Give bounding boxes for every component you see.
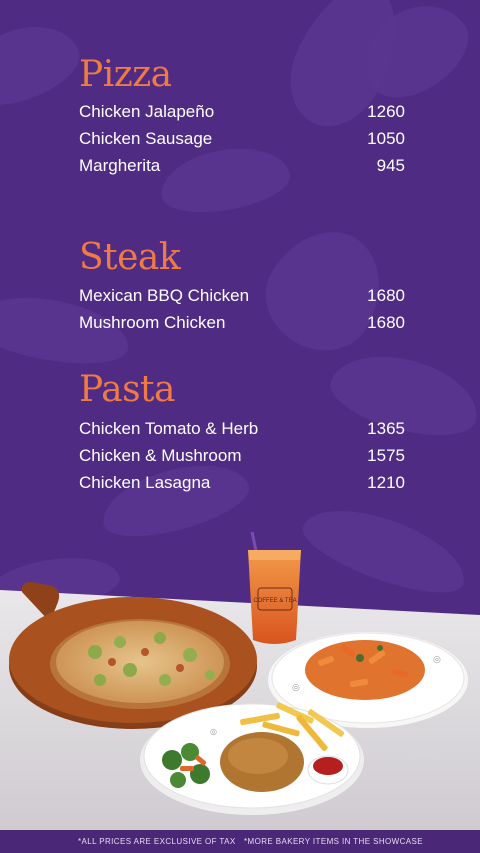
item-name: Mexican BBQ Chicken [79,286,250,305]
item-name: Chicken Lasagna [79,473,211,492]
menu-item: Chicken & Mushroom 1575 [79,444,405,468]
item-name: Chicken Jalapeño [79,102,215,121]
item-price: 1260 [367,102,405,121]
item-name: Chicken Sausage [79,129,213,148]
pizza [50,619,230,709]
item-name: Margherita [79,156,161,175]
menu-item: Mexican BBQ Chicken 1680 [79,284,405,308]
menu-item: Chicken Jalapeño 1260 [79,100,405,124]
menu-board: Pizza Chicken Jalapeño 1260 Chicken Saus… [0,0,480,853]
menu-item: Chicken Lasagna 1210 [79,471,405,495]
menu-item: Chicken Sausage 1050 [79,127,405,151]
cup-brand-label: COFFEE & TEA [253,598,296,604]
leaf-pattern [0,11,89,119]
svg-text:◎: ◎ [210,727,217,736]
item-price: 945 [376,156,405,175]
section-title-pasta: Pasta [79,369,175,410]
menu-item: Margherita 945 [79,154,405,178]
footer-tax-note: *ALL PRICES ARE EXCLUSIVE OF TAX [78,837,236,846]
item-name: Chicken Tomato & Herb [79,419,259,438]
section-title-steak: Steak [79,237,181,278]
section-title-pizza: Pizza [79,54,172,95]
item-name: Chicken & Mushroom [79,446,242,465]
svg-text:◎: ◎ [292,683,300,693]
item-price: 1210 [367,473,405,492]
item-name: Mushroom Chicken [79,313,226,332]
leaf-pattern [155,139,295,221]
item-price: 1680 [367,286,405,305]
menu-item: Mushroom Chicken 1680 [79,311,405,335]
item-price: 1050 [367,129,405,148]
food-photo: COFFEE & TEA ◎ ◎ ◎ [0,531,480,830]
item-price: 1680 [367,313,405,332]
svg-text:◎: ◎ [433,655,441,665]
item-price: 1575 [367,446,405,465]
item-price: 1365 [367,419,405,438]
juice-cup: COFFEE & TEA [248,531,301,644]
menu-item: Chicken Tomato & Herb 1365 [79,417,405,441]
footer-bakery-note: *MORE BAKERY ITEMS IN THE SHOWCASE [244,837,423,846]
footer-bar: *ALL PRICES ARE EXCLUSIVE OF TAX *MORE B… [0,830,480,853]
